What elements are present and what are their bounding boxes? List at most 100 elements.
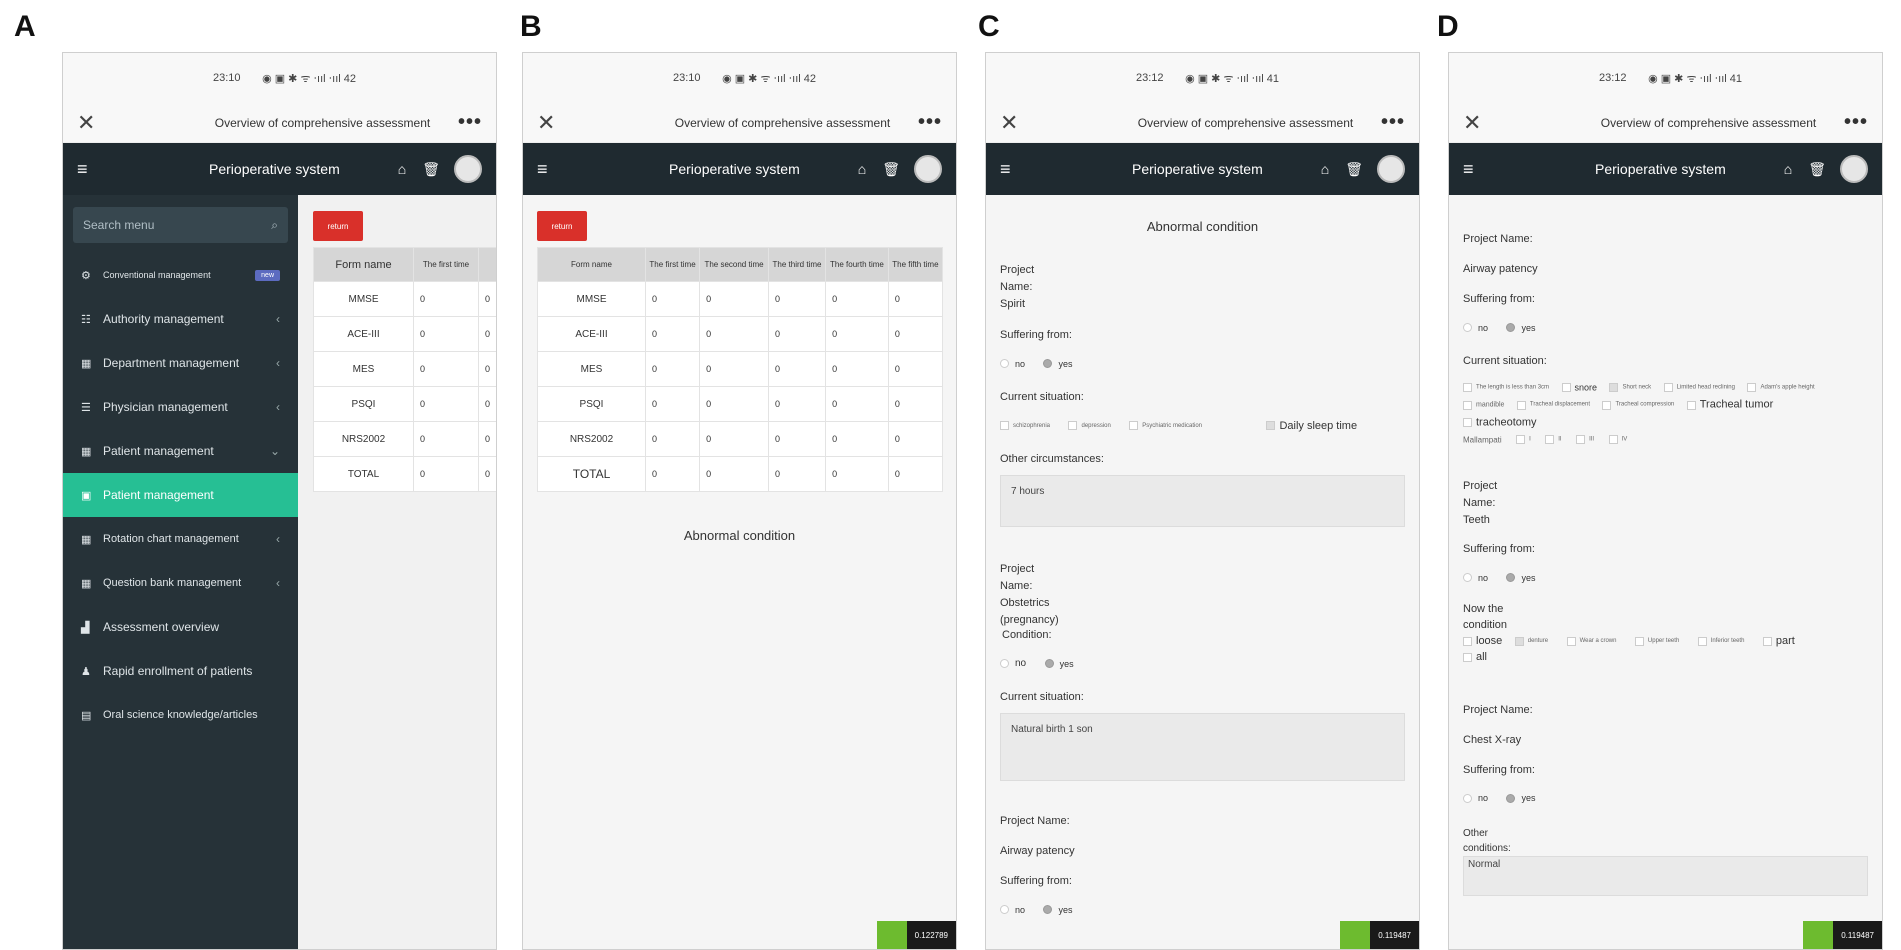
radio-yes[interactable] [1506, 573, 1516, 583]
sidebar-item-patient-management[interactable]: ▦ Patient management ⌄ [63, 429, 298, 473]
sidebar-item-authority-management[interactable]: ☷ Authority management ‹ [63, 297, 298, 341]
more-options-icon[interactable]: ••• [918, 111, 942, 134]
checkbox-mandible[interactable] [1463, 400, 1472, 410]
trash-icon[interactable]: 🗑 [1808, 161, 1826, 178]
radio-no[interactable] [1463, 323, 1472, 333]
table-row: MES 0 0 0 0 0 [537, 351, 944, 387]
avatar[interactable] [1840, 155, 1868, 183]
search-input[interactable]: Search menu ⌕ [73, 207, 288, 243]
checkbox-mallampati-i[interactable] [1516, 435, 1526, 445]
avatar[interactable] [1377, 155, 1405, 183]
checkbox-adams-apple-height[interactable] [1747, 383, 1757, 393]
checkbox-short-neck[interactable] [1609, 383, 1619, 393]
suffering-radio-group: no yes [1000, 355, 1405, 373]
checkbox-wear-a-crown[interactable] [1566, 636, 1576, 646]
status-bar: 23:12 ◉ ▣ ✱ ᯤ ‧ııl ‧ııl 41 [1449, 53, 1882, 103]
checkbox-inferior-teeth[interactable] [1697, 636, 1707, 646]
home-icon[interactable]: ⌂ [1784, 161, 1792, 177]
sidebar-subitem-patient-management[interactable]: ▣ Patient management [63, 473, 298, 517]
sidebar-item-rotation-chart-management[interactable]: ▦ Rotation chart management ‹ [63, 517, 298, 561]
checkbox-mallampati-iii[interactable] [1576, 435, 1586, 445]
value-cell: 0 [699, 316, 769, 352]
checkbox-label: Tracheal displacement [1529, 401, 1591, 408]
checkbox-snore[interactable] [1561, 383, 1571, 393]
checkbox-schizophrenia[interactable] [1000, 421, 1009, 431]
other-conditions-field[interactable]: Normal [1463, 855, 1868, 896]
counter-value: 0.122789 [906, 921, 956, 949]
checkbox-denture[interactable] [1514, 636, 1524, 646]
hamburger-menu-icon[interactable]: ≡ [537, 159, 567, 180]
table-row: NRS2002 0 0 [313, 421, 496, 457]
checkbox-limited-head-reclining[interactable] [1663, 383, 1673, 393]
form-name-cell: MMSE [537, 281, 646, 317]
hamburger-menu-icon[interactable]: ≡ [1463, 159, 1493, 180]
trash-icon[interactable]: 🗑 [422, 161, 440, 178]
hamburger-menu-icon[interactable]: ≡ [1000, 159, 1030, 180]
other-circumstances-field[interactable]: 7 hours [1000, 475, 1405, 527]
search-icon[interactable]: ⌕ [271, 218, 278, 233]
checkbox-mallampati-ii[interactable] [1545, 435, 1555, 445]
close-icon[interactable]: ✕ [1000, 110, 1030, 136]
checkbox-psychiatric-medication[interactable] [1129, 421, 1139, 431]
more-options-icon[interactable]: ••• [1844, 111, 1868, 134]
checkbox-length[interactable] [1463, 383, 1472, 393]
table-row: NRS2002 0 0 0 0 0 [537, 421, 944, 457]
airway-checkbox-group: The length is less than 3cm snore Short … [1463, 379, 1868, 448]
sidebar-item-question-bank-management[interactable]: ▦ Question bank management ‹ [63, 561, 298, 605]
sidebar-item-rapid-enrollment[interactable]: ♟ Rapid enrollment of patients [63, 649, 298, 693]
home-icon[interactable]: ⌂ [858, 161, 866, 177]
more-options-icon[interactable]: ••• [458, 111, 482, 134]
sidebar-item-assessment-overview[interactable]: ▟ Assessment overview [63, 605, 298, 649]
sidebar-item-oral-science[interactable]: ▤ Oral science knowledge/articles [63, 693, 298, 737]
return-button[interactable]: return [313, 211, 363, 241]
checkbox-tracheal-displacement[interactable] [1516, 400, 1526, 410]
value-cell: 0 [825, 456, 889, 492]
checkbox-upper-teeth[interactable] [1634, 636, 1644, 646]
close-icon[interactable]: ✕ [1463, 110, 1493, 136]
sidebar-item-conventional-management[interactable]: ⚙ Conventional management new [63, 253, 298, 297]
checkbox-daily-sleep-time[interactable] [1266, 421, 1276, 431]
more-options-icon[interactable]: ••• [1381, 111, 1405, 134]
radio-yes[interactable] [1506, 793, 1516, 803]
value-cell: 0 [887, 281, 944, 317]
radio-yes[interactable] [1506, 323, 1516, 333]
radio-yes[interactable] [1043, 359, 1053, 369]
column-header: The second time [699, 247, 769, 282]
radio-no[interactable] [1000, 359, 1009, 369]
radio-yes[interactable] [1043, 905, 1053, 915]
checkbox-mallampati-iv[interactable] [1608, 435, 1618, 445]
trash-icon[interactable]: 🗑 [1345, 161, 1363, 178]
checkbox-tracheal-compression[interactable] [1602, 400, 1612, 410]
sidebar-item-physician-management[interactable]: ☰ Physician management ‹ [63, 385, 298, 429]
table-row: ACE-III 0 0 0 0 0 [537, 316, 944, 352]
status-time: 23:10 [213, 72, 241, 84]
home-icon[interactable]: ⌂ [1321, 161, 1329, 177]
hamburger-menu-icon[interactable]: ≡ [77, 159, 107, 180]
current-situation-field[interactable]: Natural birth 1 son [1000, 713, 1405, 781]
trash-icon[interactable]: 🗑 [882, 161, 900, 178]
close-icon[interactable]: ✕ [77, 110, 107, 136]
sidebar-item-department-management[interactable]: ▦ Department management ‹ [63, 341, 298, 385]
checkbox-label: snore [1574, 382, 1598, 393]
chevron-left-icon: ‹ [276, 356, 280, 370]
avatar[interactable] [914, 155, 942, 183]
checkbox-label: Daily sleep time [1279, 419, 1358, 432]
radio-yes[interactable] [1044, 659, 1054, 669]
close-icon[interactable]: ✕ [537, 110, 567, 136]
checkbox-tracheotomy[interactable] [1463, 417, 1472, 427]
checkbox-part[interactable] [1762, 636, 1772, 646]
checkbox-label: Limited head reclining [1676, 384, 1735, 391]
radio-no[interactable] [1000, 905, 1009, 915]
checkbox-loose[interactable] [1463, 636, 1472, 646]
radio-no[interactable] [1000, 659, 1009, 669]
return-button[interactable]: return [537, 211, 587, 241]
radio-no[interactable] [1463, 573, 1472, 583]
checkbox-label: Tracheal compression [1615, 401, 1675, 408]
checkbox-all[interactable] [1463, 652, 1472, 662]
checkbox-tracheal-tumor[interactable] [1686, 400, 1696, 410]
radio-no[interactable] [1463, 793, 1472, 803]
value-cell: 0 [413, 316, 479, 352]
checkbox-depression[interactable] [1068, 421, 1078, 431]
avatar[interactable] [454, 155, 482, 183]
home-icon[interactable]: ⌂ [398, 161, 406, 177]
